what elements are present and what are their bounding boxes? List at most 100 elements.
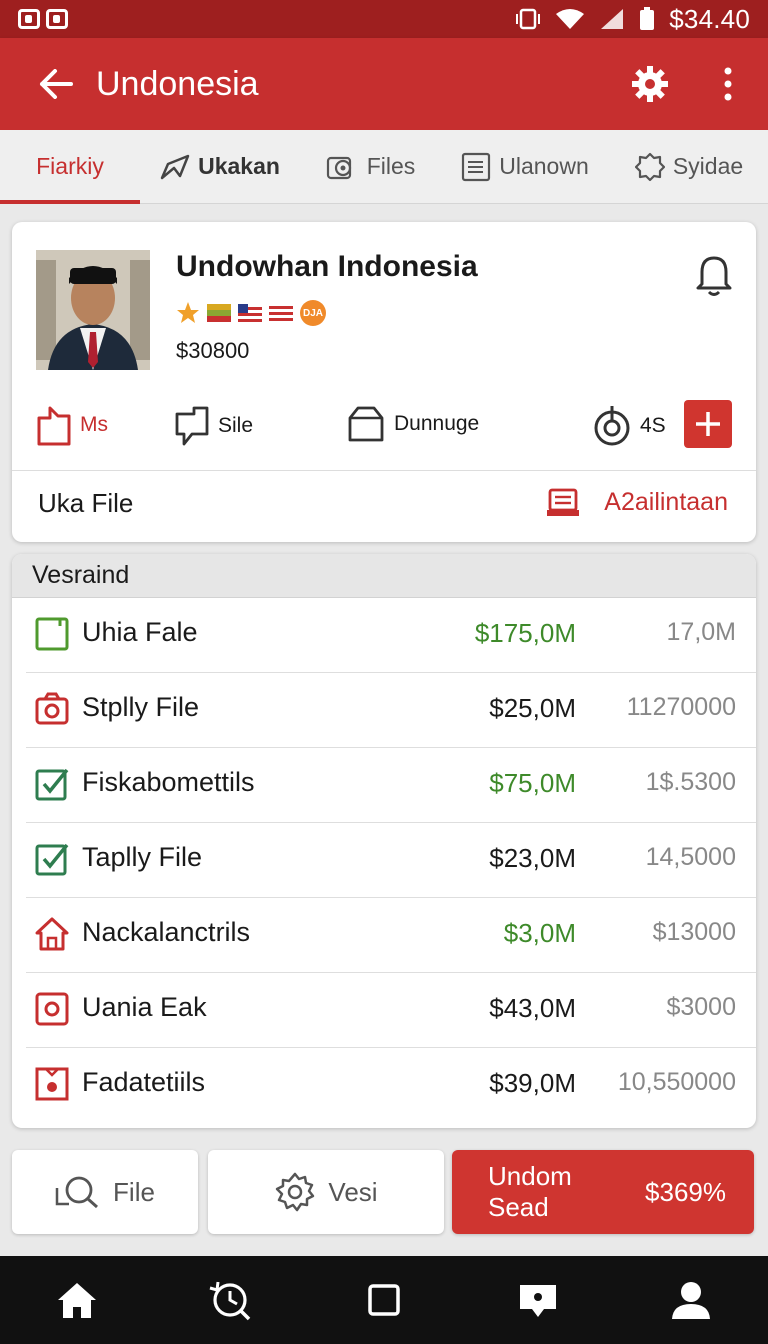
page-title: Undonesia (96, 64, 259, 103)
availability-label: A2ailintaan (604, 487, 728, 516)
list-item-amount: $25,0M (489, 693, 576, 723)
nav-history[interactable] (207, 1277, 253, 1323)
profile-card: Undowhan Indonesia DJA $30800 Ms Sile Du… (12, 222, 756, 542)
list-item-secondary: 11270000 (626, 693, 736, 721)
nav-profile[interactable] (668, 1277, 714, 1323)
person-icon (672, 1282, 711, 1319)
tab-label: Syidae (672, 153, 744, 179)
list-item-secondary: $13000 (652, 918, 736, 946)
action-4s[interactable]: 4S (592, 404, 666, 448)
wifi-icon (556, 9, 585, 29)
list-item-label: Stplly File (82, 692, 200, 722)
file-button[interactable]: File (12, 1150, 198, 1234)
star-icon (177, 302, 199, 323)
list-item-amount: $75,0M (489, 768, 576, 798)
camera-icon (35, 692, 69, 725)
gear-outline-icon (276, 1172, 315, 1212)
nav-recents[interactable] (361, 1277, 407, 1323)
app-icon (46, 9, 68, 29)
primary-button-value: $369% (645, 1176, 726, 1207)
action-label: Sile (218, 414, 254, 437)
list-item[interactable]: Uhia Fale $175,0M 17,0M (12, 598, 756, 673)
list-header: Vesraind (12, 554, 756, 598)
action-label: Ms (80, 413, 108, 436)
list-item-amount: $43,0M (489, 993, 576, 1023)
file-button-label: File (113, 1176, 155, 1207)
action-label: 4S (640, 414, 666, 437)
list-item-label: Fadatetiils (82, 1067, 206, 1097)
document-icon (462, 152, 491, 181)
square-icon (368, 1284, 400, 1316)
signal-icon (601, 9, 624, 29)
settings-button[interactable] (626, 60, 674, 108)
tab-bar: Fiarkiy Ukakan Files Ulanown Syidae (0, 130, 768, 204)
tab-fiarkiy[interactable]: Fiarkiy (0, 130, 140, 204)
list-item-amount: $175,0M (474, 618, 576, 648)
list-item[interactable]: Taplly File $23,0M 14,5000 (12, 823, 756, 898)
vesi-button-label: Vesi (328, 1176, 378, 1207)
undom-sead-button[interactable]: Undom Sead $369% (452, 1150, 754, 1234)
list-item-secondary: 1$.5300 (645, 768, 736, 796)
action-sile[interactable]: Sile (174, 404, 253, 448)
list-item[interactable]: Fadatetiils $39,0M 10,550000 (12, 1048, 756, 1123)
box-icon (348, 406, 384, 442)
back-arrow-icon (40, 69, 73, 99)
check-square-icon (35, 768, 69, 801)
square-icon (35, 617, 69, 651)
tab-label: Fiarkiy (36, 153, 104, 179)
divider (12, 470, 756, 471)
home-icon (57, 1283, 96, 1318)
scan-icon (326, 156, 351, 179)
flag-icon (207, 304, 231, 322)
list-item-secondary: 10,550000 (617, 1068, 736, 1096)
availability-link[interactable]: A2ailintaan (546, 486, 728, 518)
list-item-label: Uania Eak (82, 992, 207, 1022)
vesi-button[interactable]: Vesi (208, 1150, 444, 1234)
app-icon (18, 9, 40, 29)
list-item[interactable]: Stplly File $25,0M 11270000 (12, 673, 756, 748)
tab-files[interactable]: Files (300, 130, 440, 204)
profile-badges: DJA (176, 300, 326, 326)
nav-messages[interactable] (515, 1277, 561, 1323)
list-item-secondary: 17,0M (666, 618, 736, 646)
bell-icon (696, 256, 732, 296)
battery-icon (640, 7, 655, 30)
back-button[interactable] (26, 54, 86, 114)
tab-syidae[interactable]: Syidae (610, 130, 768, 204)
list-item-amount: $39,0M (489, 1068, 576, 1098)
notification-button[interactable] (694, 254, 734, 298)
flag-icon (238, 304, 262, 322)
action-ms[interactable]: Ms (36, 404, 108, 446)
plus-icon (696, 412, 720, 436)
more-options-button[interactable] (708, 54, 748, 114)
list-item-secondary: $3000 (666, 993, 736, 1021)
bottom-nav (0, 1256, 768, 1344)
files-list-card: Vesraind Uhia Fale $175,0M 17,0M Stplly … (12, 554, 756, 1128)
check-square-icon (35, 843, 69, 876)
list-item-amount: $23,0M (489, 843, 576, 873)
tab-ulanown[interactable]: Ulanown (440, 130, 610, 204)
status-time: $34.40 (669, 3, 750, 34)
list-item[interactable]: Fiskabomettils $75,0M 1$.5300 (12, 748, 756, 823)
profile-photo (36, 250, 150, 370)
action-dunnuge[interactable]: Dunnuge (346, 404, 479, 444)
printer-icon (547, 488, 580, 516)
file-label: Uka File (38, 488, 134, 518)
badge-text: DJA (302, 307, 323, 319)
house-icon (35, 917, 69, 951)
list-item[interactable]: Uania Eak $43,0M $3000 (12, 973, 756, 1048)
vibrate-icon (516, 8, 541, 30)
tab-label: Ukakan (198, 153, 280, 179)
list-item-secondary: 14,5000 (645, 843, 736, 871)
gear-icon (632, 66, 668, 102)
tab-ukakan[interactable]: Ukakan (140, 130, 300, 204)
add-button[interactable] (684, 400, 732, 448)
target-square-icon (35, 992, 69, 1026)
profile-name: Undowhan Indonesia (176, 250, 478, 283)
nav-home[interactable] (54, 1277, 100, 1323)
primary-button-label: Undom Sead (488, 1161, 572, 1222)
list-item-label: Taplly File (82, 842, 203, 872)
target-icon (594, 406, 630, 446)
profile-actions: Ms Sile Dunnuge 4S (12, 394, 756, 470)
list-item[interactable]: Nackalanctrils $3,0M $13000 (12, 898, 756, 973)
